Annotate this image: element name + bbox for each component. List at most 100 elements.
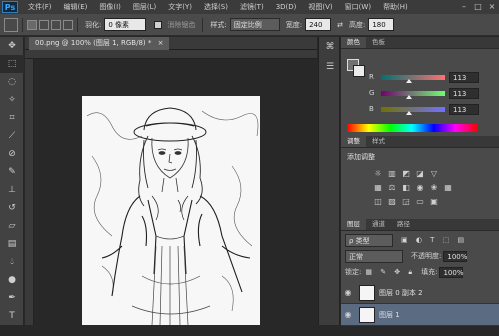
- crop-tool[interactable]: ⌗: [0, 109, 24, 127]
- posterize-icon[interactable]: ▨: [385, 194, 399, 208]
- eye-icon[interactable]: ◉: [341, 288, 355, 297]
- menu-layer[interactable]: 图层(L): [127, 2, 162, 12]
- document-image[interactable]: [82, 96, 260, 325]
- brush-icon: ✎: [8, 167, 16, 177]
- lookup-icon[interactable]: ❀: [427, 180, 441, 194]
- antialias-checkbox[interactable]: [154, 20, 163, 29]
- blur-tool[interactable]: 💧︎: [0, 253, 24, 271]
- dodge-tool[interactable]: ●: [0, 271, 24, 289]
- sliders-icon: ☰: [325, 62, 335, 72]
- document-tab[interactable]: 00.png @ 100% (图层 1, RGB/8) * ×: [29, 37, 170, 50]
- camera-icon[interactable]: ◉: [413, 180, 427, 194]
- magic-wand-tool[interactable]: ✧: [0, 91, 24, 109]
- type-tool[interactable]: T: [0, 307, 24, 325]
- adjustments-panel: 添加调整 ☼ ▥ ◩ ◪ ▽ ▦ ⚖ ◧ ◉ ❀ ▦ ◫ ▨ ◲ ▭ ▣: [341, 148, 499, 219]
- menu-select[interactable]: 选择(S): [198, 2, 234, 12]
- maximize-button[interactable]: □: [471, 0, 485, 14]
- invert-icon[interactable]: ◫: [371, 194, 385, 208]
- pen-tool[interactable]: ✒: [0, 289, 24, 307]
- drop-icon: 💧︎: [10, 257, 14, 267]
- stamp-tool[interactable]: ⊥: [0, 181, 24, 199]
- menu-image[interactable]: 图像(I): [93, 2, 127, 12]
- width-input[interactable]: 240: [305, 18, 332, 31]
- swap-icon[interactable]: ⇄: [337, 21, 343, 29]
- lasso-tool[interactable]: ◌: [0, 73, 24, 91]
- sun-icon[interactable]: ☼: [371, 166, 385, 180]
- selective-color-icon[interactable]: ▣: [427, 194, 441, 208]
- red-value-input[interactable]: 113: [449, 71, 479, 83]
- color-spectrum-bar[interactable]: [347, 124, 477, 132]
- gradient-tool[interactable]: ▤: [0, 235, 24, 253]
- tab-swatches[interactable]: 色板: [366, 37, 391, 48]
- marquee-tool-preset-icon[interactable]: [4, 17, 18, 32]
- triangle-icon[interactable]: ▽: [427, 166, 441, 180]
- minimize-button[interactable]: –: [457, 0, 471, 14]
- feather-input[interactable]: 0 像素: [104, 18, 147, 31]
- grid-icon[interactable]: ▦: [441, 180, 455, 194]
- levels-icon[interactable]: ▥: [385, 166, 399, 180]
- menu-window[interactable]: 窗口(W): [339, 2, 377, 12]
- green-channel-row: G 113: [369, 87, 495, 99]
- red-slider[interactable]: [381, 74, 445, 83]
- brush-tool[interactable]: ✎: [0, 163, 24, 181]
- bw-icon[interactable]: ◧: [399, 180, 413, 194]
- gradient-map-icon[interactable]: ▭: [413, 194, 427, 208]
- blue-slider-thumb[interactable]: [406, 110, 413, 115]
- curves-icon[interactable]: ◩: [399, 166, 413, 180]
- document-tab-close-icon[interactable]: ×: [158, 39, 164, 47]
- add-selection-icon[interactable]: [39, 19, 49, 30]
- menu-edit[interactable]: 编辑(E): [58, 2, 94, 12]
- vertical-ruler[interactable]: [25, 59, 34, 325]
- menu-help[interactable]: 帮助(H): [377, 2, 414, 12]
- close-button[interactable]: ×: [485, 0, 499, 14]
- opacity-input[interactable]: 100%: [443, 250, 467, 262]
- menu-view[interactable]: 视图(V): [302, 2, 338, 12]
- tab-channels[interactable]: 通道: [366, 219, 391, 230]
- separator: [22, 17, 23, 32]
- fill-input[interactable]: 100%: [439, 266, 463, 278]
- menu-3d[interactable]: 3D(D): [270, 3, 303, 11]
- green-slider-thumb[interactable]: [406, 94, 413, 99]
- menu-file[interactable]: 文件(F): [22, 2, 58, 12]
- properties-panel-button[interactable]: ☰: [319, 57, 341, 77]
- blue-value-input[interactable]: 113: [449, 103, 479, 115]
- layer-row-selected[interactable]: ◉ 图层 1: [341, 304, 499, 326]
- new-selection-icon[interactable]: [27, 19, 37, 30]
- hue-icon[interactable]: ▦: [371, 180, 385, 194]
- eyedropper-tool[interactable]: ⟋: [0, 127, 24, 145]
- blue-slider[interactable]: [381, 106, 445, 115]
- green-slider[interactable]: [381, 90, 445, 99]
- pen-icon: ✒: [8, 293, 16, 303]
- tab-styles[interactable]: 样式: [366, 136, 391, 147]
- style-select[interactable]: 固定比例: [229, 18, 280, 31]
- subtract-selection-icon[interactable]: [51, 19, 61, 30]
- horizontal-ruler[interactable]: [25, 50, 317, 59]
- red-slider-thumb[interactable]: [406, 78, 413, 83]
- exposure-icon[interactable]: ◪: [413, 166, 427, 180]
- history-brush-tool[interactable]: ↺: [0, 199, 24, 217]
- layer-filter-select[interactable]: ρ 类型: [345, 233, 393, 247]
- height-input[interactable]: 180: [368, 18, 395, 31]
- menu-filter[interactable]: 滤镜(T): [234, 2, 270, 12]
- tab-adjustments[interactable]: 调整: [341, 136, 366, 147]
- healing-tool[interactable]: ⊘: [0, 145, 24, 163]
- history-panel-button[interactable]: ⌘: [319, 37, 341, 57]
- green-value-input[interactable]: 113: [449, 87, 479, 99]
- intersect-selection-icon[interactable]: [63, 19, 73, 30]
- tab-paths[interactable]: 路径: [391, 219, 416, 230]
- blend-mode-select[interactable]: 正常: [345, 249, 403, 263]
- background-color-swatch[interactable]: [353, 65, 365, 77]
- lock-icons[interactable]: ▦ ✎ ✥ 🔒︎: [365, 268, 415, 277]
- tab-color[interactable]: 颜色: [341, 37, 366, 48]
- threshold-icon[interactable]: ◲: [399, 194, 413, 208]
- tab-layers[interactable]: 图层: [341, 219, 366, 230]
- color-panel-tabs: 颜色 色板: [341, 37, 499, 49]
- menu-type[interactable]: 文字(Y): [162, 2, 198, 12]
- eraser-tool[interactable]: ▱: [0, 217, 24, 235]
- eye-icon[interactable]: ◉: [341, 310, 355, 319]
- balance-icon[interactable]: ⚖: [385, 180, 399, 194]
- move-tool[interactable]: ✥: [0, 37, 24, 55]
- marquee-tool[interactable]: ⬚: [0, 55, 24, 73]
- layer-row[interactable]: ◉ 图层 0 副本 2: [341, 282, 499, 304]
- filter-icons[interactable]: ▣ ◐ T ⬚ ▤: [401, 236, 467, 244]
